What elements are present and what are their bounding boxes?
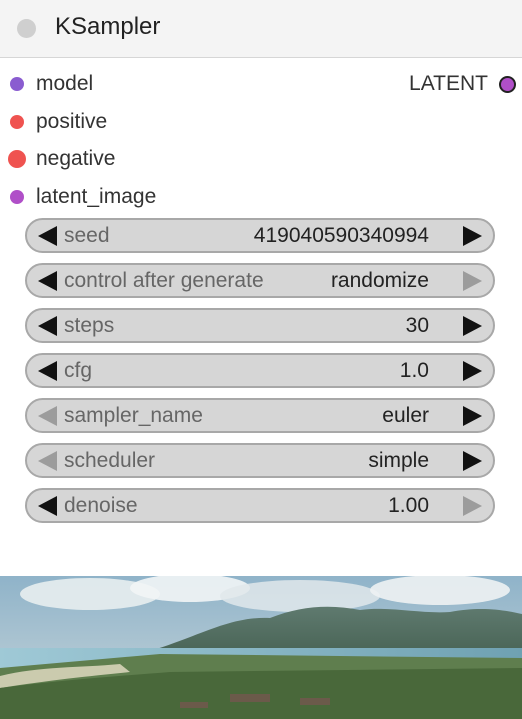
widget-value[interactable]: randomize bbox=[331, 265, 429, 296]
widget-cfg[interactable]: cfg 1.0 bbox=[25, 353, 495, 388]
output-dot-icon[interactable] bbox=[499, 76, 516, 93]
widget-control-after-generate[interactable]: control after generate randomize bbox=[25, 263, 495, 298]
increment-arrow-icon[interactable] bbox=[463, 496, 482, 516]
decrement-arrow-icon[interactable] bbox=[38, 406, 57, 426]
decrement-arrow-icon[interactable] bbox=[38, 451, 57, 471]
image-preview bbox=[0, 576, 522, 719]
decrement-arrow-icon[interactable] bbox=[38, 226, 57, 246]
widget-label: scheduler bbox=[64, 449, 156, 472]
widget-value[interactable]: simple bbox=[368, 445, 429, 476]
widget-label: cfg bbox=[64, 359, 93, 382]
widget-steps[interactable]: steps 30 bbox=[25, 308, 495, 343]
slot-dot-icon[interactable] bbox=[10, 115, 24, 129]
widget-value[interactable]: euler bbox=[382, 400, 429, 431]
widget-seed[interactable]: seed 419040590340994 bbox=[25, 218, 495, 253]
slot-dot-icon[interactable] bbox=[10, 190, 24, 204]
widget-value[interactable]: 1.0 bbox=[400, 355, 429, 386]
node-header[interactable]: KSampler bbox=[0, 0, 522, 58]
preview-scene bbox=[0, 576, 522, 719]
widget-label: steps bbox=[64, 314, 115, 337]
widget-label: sampler_name bbox=[64, 404, 203, 427]
increment-arrow-icon[interactable] bbox=[463, 361, 482, 381]
widget-value[interactable]: 1.00 bbox=[388, 490, 429, 521]
collapse-dot-icon[interactable] bbox=[17, 19, 36, 38]
slot-dot-icon[interactable] bbox=[8, 150, 26, 168]
input-label-latent-image: latent_image bbox=[36, 185, 157, 208]
widget-label: control after generate bbox=[64, 269, 264, 292]
input-label-negative: negative bbox=[36, 147, 116, 170]
input-label-model: model bbox=[36, 72, 94, 95]
decrement-arrow-icon[interactable] bbox=[38, 271, 57, 291]
widget-value[interactable]: 30 bbox=[406, 310, 429, 341]
widget-scheduler[interactable]: scheduler simple bbox=[25, 443, 495, 478]
widget-sampler-name[interactable]: sampler_name euler bbox=[25, 398, 495, 433]
decrement-arrow-icon[interactable] bbox=[38, 361, 57, 381]
increment-arrow-icon[interactable] bbox=[463, 271, 482, 291]
increment-arrow-icon[interactable] bbox=[463, 316, 482, 336]
increment-arrow-icon[interactable] bbox=[463, 226, 482, 246]
slot-dot-icon[interactable] bbox=[10, 77, 24, 91]
increment-arrow-icon[interactable] bbox=[463, 451, 482, 471]
widget-denoise[interactable]: denoise 1.00 bbox=[25, 488, 495, 523]
input-label-positive: positive bbox=[36, 110, 108, 133]
widget-value[interactable]: 419040590340994 bbox=[254, 220, 429, 251]
decrement-arrow-icon[interactable] bbox=[38, 316, 57, 336]
widget-label: seed bbox=[64, 224, 110, 247]
node-title: KSampler bbox=[55, 13, 161, 40]
widget-label: denoise bbox=[64, 494, 138, 517]
decrement-arrow-icon[interactable] bbox=[38, 496, 57, 516]
increment-arrow-icon[interactable] bbox=[463, 406, 482, 426]
output-label-latent: LATENT bbox=[409, 72, 488, 95]
output-slot-latent[interactable]: LATENT bbox=[322, 69, 522, 99]
